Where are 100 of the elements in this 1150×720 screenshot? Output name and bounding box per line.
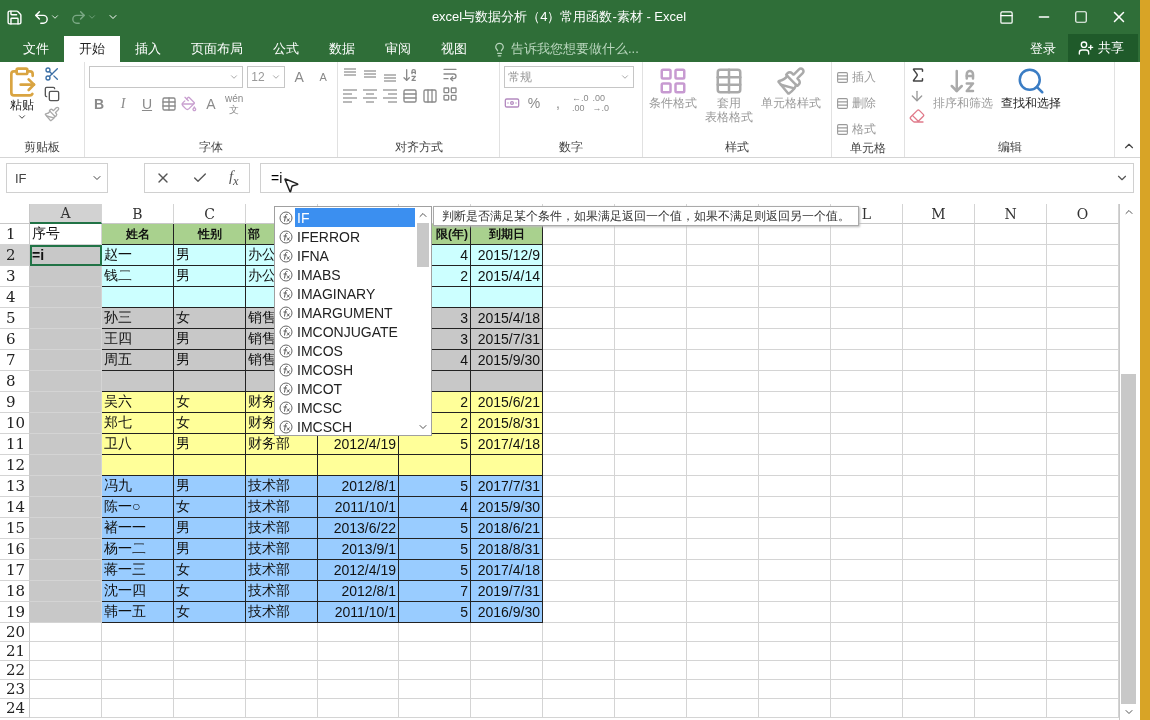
row-header[interactable]: 6 bbox=[0, 329, 30, 350]
column-header[interactable]: B bbox=[102, 204, 174, 224]
row-header[interactable]: 11 bbox=[0, 434, 30, 455]
row-header[interactable]: 4 bbox=[0, 287, 30, 308]
row-header[interactable]: 13 bbox=[0, 476, 30, 497]
row-header[interactable]: 20 bbox=[0, 623, 30, 642]
table-cell: 2011/10/1 bbox=[318, 602, 399, 623]
find-select-button[interactable]: 查找和选择 bbox=[999, 66, 1063, 139]
menu-tab[interactable]: 文件 bbox=[8, 36, 64, 62]
comma-button[interactable]: , bbox=[548, 92, 568, 114]
decrease-decimal-button[interactable]: .00 →.0 bbox=[592, 93, 610, 113]
table-cell: 2012/4/19 bbox=[318, 560, 399, 581]
row-header[interactable]: 7 bbox=[0, 350, 30, 371]
menu-tab[interactable]: 开始 bbox=[64, 36, 120, 62]
formula-field[interactable]: =i bbox=[260, 163, 1134, 193]
grow-font-button[interactable]: A bbox=[289, 66, 310, 88]
menu-tab[interactable]: 数据 bbox=[314, 36, 370, 62]
table-cell: 技术部 bbox=[246, 602, 318, 623]
table-cell: 2016/9/30 bbox=[471, 602, 543, 623]
table-cell: 2017/7/31 bbox=[471, 476, 543, 497]
menu-tab[interactable]: 公式 bbox=[258, 36, 314, 62]
menu-tab[interactable]: 插入 bbox=[120, 36, 176, 62]
row-header[interactable]: 5 bbox=[0, 308, 30, 329]
table-cell: 技术部 bbox=[246, 581, 318, 602]
table-cell: 5 bbox=[399, 602, 471, 623]
row-header[interactable]: 15 bbox=[0, 518, 30, 539]
table-cell: 2013/9/1 bbox=[318, 539, 399, 560]
table-cell: 5 bbox=[399, 434, 471, 455]
row-header[interactable]: 10 bbox=[0, 413, 30, 434]
column-header[interactable]: A bbox=[30, 204, 102, 224]
row-header[interactable]: 19 bbox=[0, 602, 30, 623]
menu-tab[interactable]: 页面布局 bbox=[176, 36, 258, 62]
table-cell: 女 bbox=[174, 308, 246, 329]
table-cell: 2017/4/18 bbox=[471, 560, 543, 581]
row-header[interactable]: 8 bbox=[0, 371, 30, 392]
underline-button[interactable]: U bbox=[137, 93, 157, 115]
table-cell: 钱二 bbox=[102, 266, 174, 287]
table-cell: 男 bbox=[174, 518, 246, 539]
table-cell: 男 bbox=[174, 266, 246, 287]
share-button[interactable]: 共享 bbox=[1068, 34, 1138, 62]
table-cell: 男 bbox=[174, 245, 246, 266]
table-cell: 2015/6/21 bbox=[471, 392, 543, 413]
table-cell: =i bbox=[30, 245, 102, 266]
group-label: 单元格 bbox=[849, 140, 887, 157]
column-header[interactable]: C bbox=[174, 204, 246, 224]
group-label: 对齐方式 bbox=[393, 139, 444, 156]
table-cell: 卫八 bbox=[102, 434, 174, 455]
column-header[interactable]: N bbox=[975, 204, 1047, 224]
shrink-font-button[interactable]: A bbox=[313, 66, 333, 88]
table-cell: 4 bbox=[399, 497, 471, 518]
row-header[interactable]: 2 bbox=[0, 245, 30, 266]
row-header[interactable]: 17 bbox=[0, 560, 30, 581]
font-color-button[interactable]: A bbox=[201, 93, 221, 115]
table-cell: 5 bbox=[399, 539, 471, 560]
table-cell: 女 bbox=[174, 560, 246, 581]
table-cell: 技术部 bbox=[246, 518, 318, 539]
group-label: 样式 bbox=[724, 139, 750, 156]
table-cell: 郑七 bbox=[102, 413, 174, 434]
row-header[interactable]: 9 bbox=[0, 392, 30, 413]
table-cell: 7 bbox=[399, 581, 471, 602]
tell-me-field[interactable]: 告诉我您想要做什么... bbox=[482, 36, 639, 62]
table-cell: 男 bbox=[174, 476, 246, 497]
table-cell: 褚一一 bbox=[102, 518, 174, 539]
column-header[interactable]: M bbox=[903, 204, 975, 224]
row-header[interactable]: 1 bbox=[0, 224, 30, 245]
autocomplete-list[interactable]: IF IFERROR IFNA IMABS IMAGINARY IMARGUMENT IMCONJUGATE IMCOS IMCOSH IMCOT IMCSC IMCSCH bbox=[274, 206, 432, 436]
table-cell: 性别 bbox=[174, 224, 246, 245]
paste-button[interactable]: 粘贴 bbox=[4, 66, 40, 139]
sign-in-link[interactable]: 登录 bbox=[1018, 36, 1068, 62]
row-header[interactable]: 22 bbox=[0, 661, 30, 680]
row-header[interactable]: 21 bbox=[0, 642, 30, 661]
percent-button[interactable]: % bbox=[524, 92, 544, 114]
table-cell: 2012/8/1 bbox=[318, 581, 399, 602]
column-header[interactable]: O bbox=[1047, 204, 1119, 224]
italic-button[interactable]: I bbox=[113, 93, 133, 115]
table-cell: 姓名 bbox=[102, 224, 174, 245]
table-cell: 男 bbox=[174, 350, 246, 371]
insert-function-button[interactable]: f$_{x}$ bbox=[228, 167, 239, 189]
table-cell: 2011/10/1 bbox=[318, 497, 399, 518]
row-header[interactable]: 23 bbox=[0, 680, 30, 699]
table-cell: 赵一 bbox=[102, 245, 174, 266]
group-label: 数字 bbox=[558, 139, 584, 156]
row-header[interactable]: 16 bbox=[0, 539, 30, 560]
function-item[interactable]: IMAGINARY bbox=[295, 284, 415, 303]
table-cell: 女 bbox=[174, 392, 246, 413]
table-cell: 孙三 bbox=[102, 308, 174, 329]
menu-tab[interactable]: 审阅 bbox=[370, 36, 426, 62]
row-header[interactable]: 18 bbox=[0, 581, 30, 602]
name-box[interactable]: IF bbox=[6, 163, 108, 193]
increase-decimal-button[interactable]: ←.0 .00 bbox=[572, 93, 589, 113]
row-header[interactable]: 14 bbox=[0, 497, 30, 518]
row-header[interactable]: 3 bbox=[0, 266, 30, 287]
table-cell: 2018/8/31 bbox=[471, 539, 543, 560]
menu-tab[interactable]: 视图 bbox=[426, 36, 482, 62]
table-cell: 2015/9/30 bbox=[471, 497, 543, 518]
row-header[interactable]: 24 bbox=[0, 699, 30, 718]
row-header[interactable]: 12 bbox=[0, 455, 30, 476]
window-title: excel与数据分析（4）常用函数-素材 - Excel bbox=[430, 8, 688, 26]
table-cell: 2015/12/9 bbox=[471, 245, 543, 266]
phonetic-button[interactable]: wén 文 bbox=[225, 92, 244, 116]
